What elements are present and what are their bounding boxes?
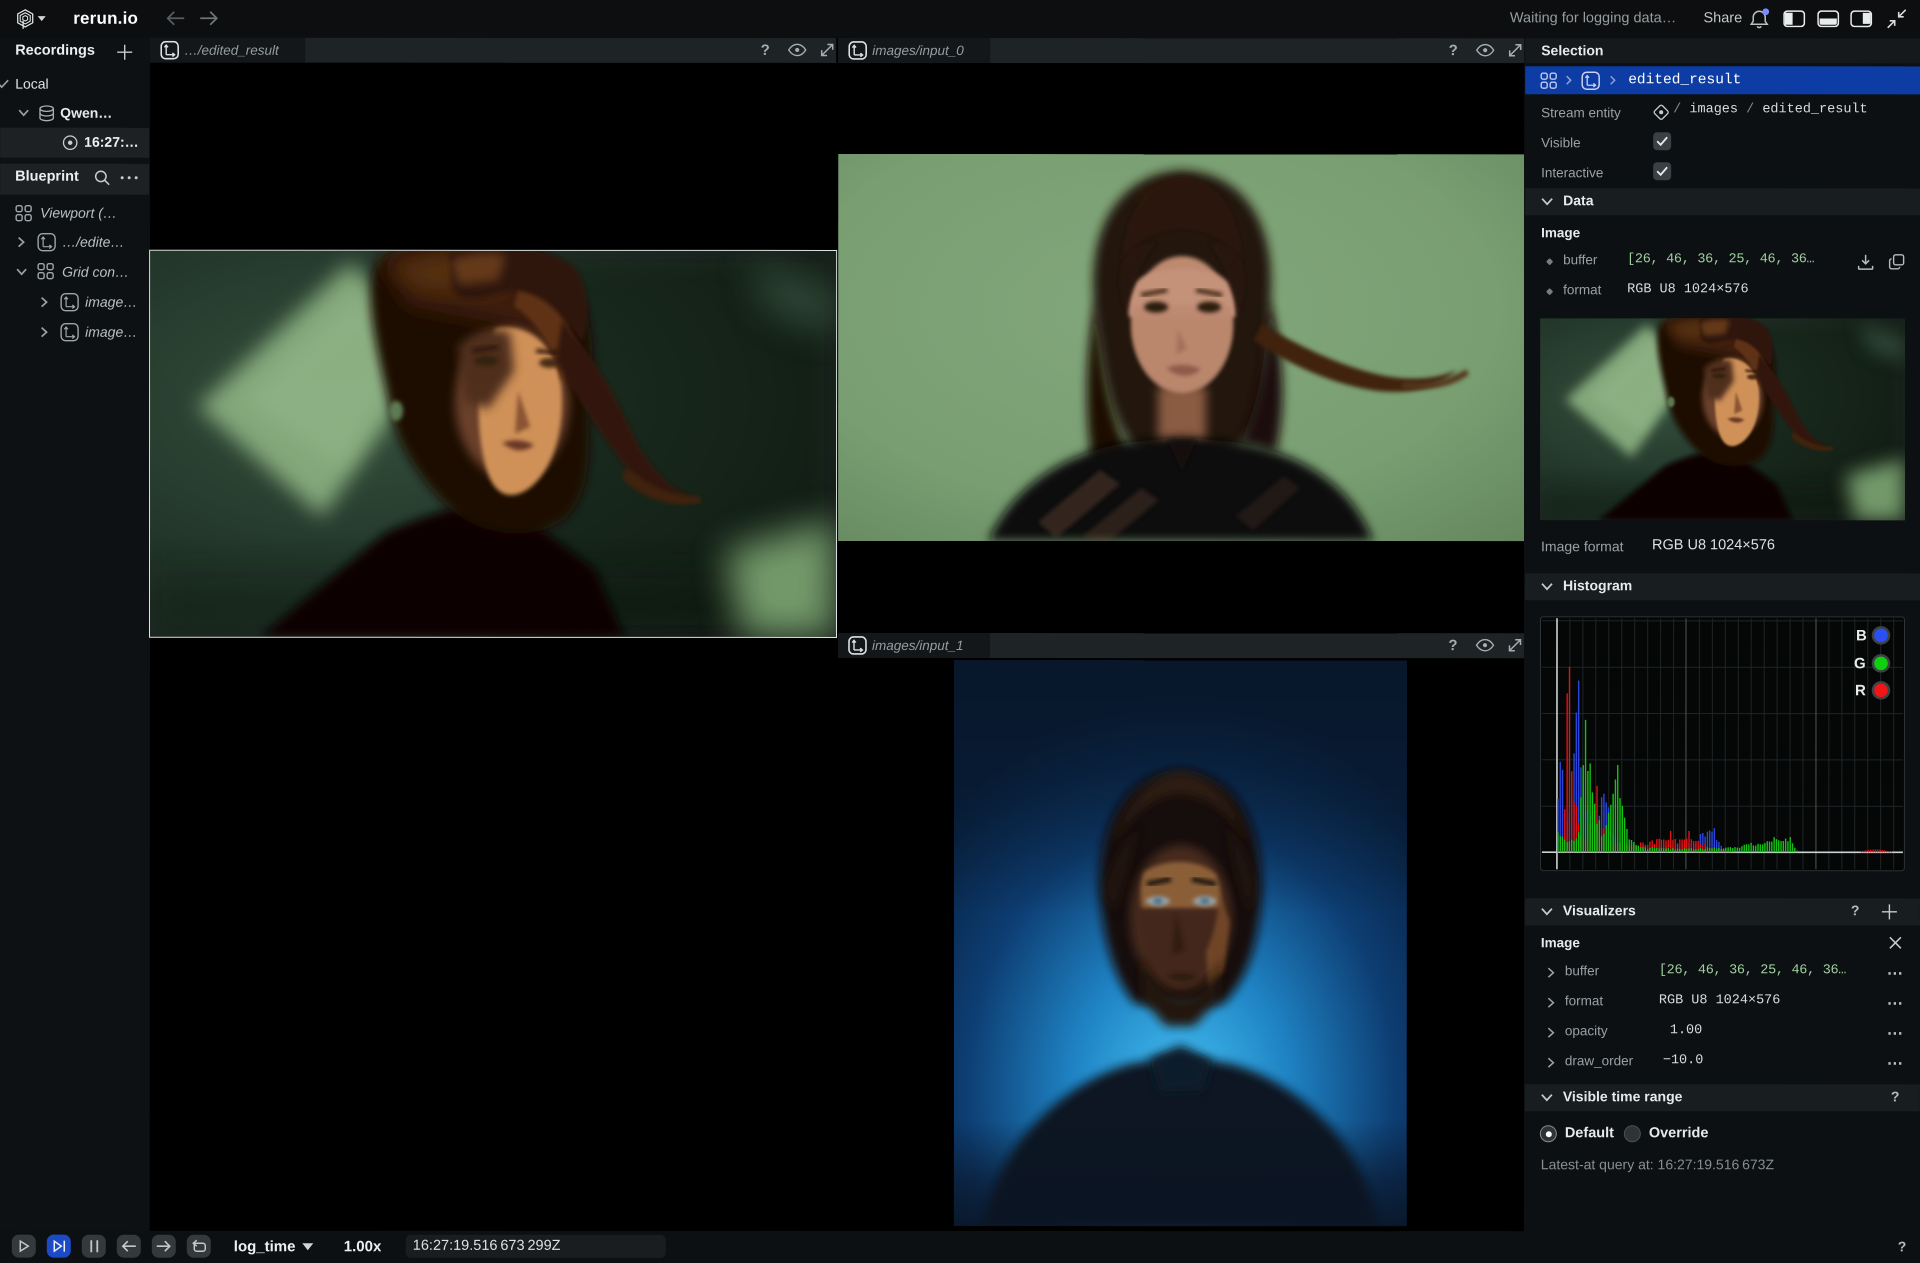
svg-text:R: R	[1855, 682, 1866, 699]
svg-text:?: ?	[761, 42, 770, 59]
svg-text:?: ?	[1449, 42, 1458, 59]
svg-text:B: B	[1856, 627, 1867, 644]
svg-text:?: ?	[1448, 637, 1457, 654]
svg-text:G: G	[1854, 655, 1866, 672]
